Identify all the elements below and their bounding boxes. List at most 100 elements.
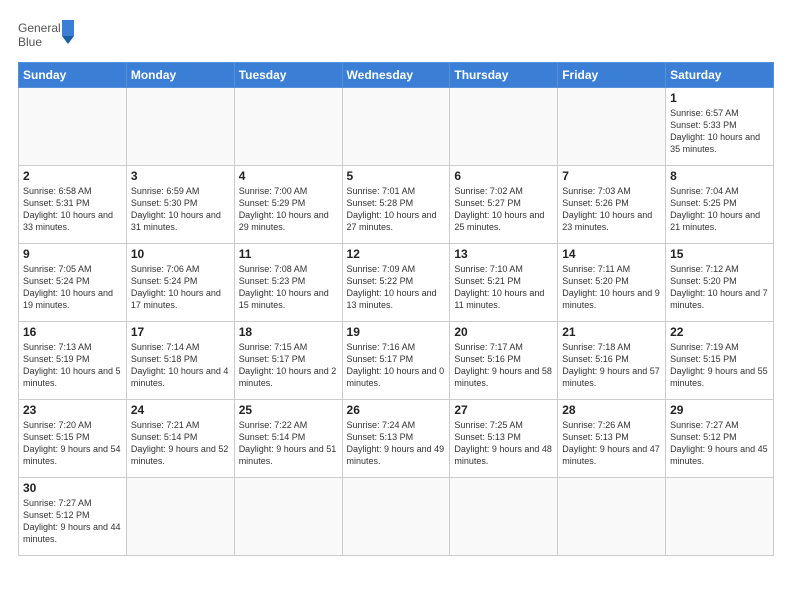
day-number: 1	[670, 91, 769, 105]
day-info: Sunrise: 7:01 AM Sunset: 5:28 PM Dayligh…	[347, 185, 446, 234]
weekday-header-saturday: Saturday	[666, 63, 774, 88]
calendar-cell: 21 Sunrise: 7:18 AM Sunset: 5:16 PM Dayli…	[558, 322, 666, 400]
day-number: 3	[131, 169, 230, 183]
svg-text:Blue: Blue	[18, 35, 42, 49]
day-number: 4	[239, 169, 338, 183]
calendar-cell: 8 Sunrise: 7:04 AM Sunset: 5:25 PM Daylig…	[666, 166, 774, 244]
day-info: Sunrise: 7:00 AM Sunset: 5:29 PM Dayligh…	[239, 185, 338, 234]
day-number: 14	[562, 247, 661, 261]
header: General Blue	[18, 18, 774, 54]
day-info: Sunrise: 7:10 AM Sunset: 5:21 PM Dayligh…	[454, 263, 553, 312]
calendar-cell	[558, 88, 666, 166]
day-info: Sunrise: 7:27 AM Sunset: 5:12 PM Dayligh…	[670, 419, 769, 468]
calendar-cell: 4 Sunrise: 7:00 AM Sunset: 5:29 PM Daylig…	[234, 166, 342, 244]
day-info: Sunrise: 7:13 AM Sunset: 5:19 PM Dayligh…	[23, 341, 122, 390]
day-number: 8	[670, 169, 769, 183]
day-number: 6	[454, 169, 553, 183]
calendar-cell	[666, 478, 774, 556]
day-info: Sunrise: 7:06 AM Sunset: 5:24 PM Dayligh…	[131, 263, 230, 312]
calendar-cell	[126, 88, 234, 166]
calendar-cell	[558, 478, 666, 556]
day-info: Sunrise: 7:25 AM Sunset: 5:13 PM Dayligh…	[454, 419, 553, 468]
calendar-cell: 20 Sunrise: 7:17 AM Sunset: 5:16 PM Dayli…	[450, 322, 558, 400]
day-info: Sunrise: 7:11 AM Sunset: 5:20 PM Dayligh…	[562, 263, 661, 312]
weekday-header-sunday: Sunday	[19, 63, 127, 88]
day-number: 16	[23, 325, 122, 339]
day-info: Sunrise: 7:27 AM Sunset: 5:12 PM Dayligh…	[23, 497, 122, 546]
day-info: Sunrise: 7:19 AM Sunset: 5:15 PM Dayligh…	[670, 341, 769, 390]
calendar-cell: 13 Sunrise: 7:10 AM Sunset: 5:21 PM Dayli…	[450, 244, 558, 322]
day-number: 17	[131, 325, 230, 339]
day-number: 13	[454, 247, 553, 261]
day-info: Sunrise: 7:04 AM Sunset: 5:25 PM Dayligh…	[670, 185, 769, 234]
day-info: Sunrise: 7:22 AM Sunset: 5:14 PM Dayligh…	[239, 419, 338, 468]
calendar: SundayMondayTuesdayWednesdayThursdayFrid…	[18, 62, 774, 556]
calendar-cell: 25 Sunrise: 7:22 AM Sunset: 5:14 PM Dayli…	[234, 400, 342, 478]
day-number: 21	[562, 325, 661, 339]
page: General Blue SundayMondayTuesdayWednesda…	[0, 0, 792, 612]
day-number: 25	[239, 403, 338, 417]
calendar-cell	[234, 478, 342, 556]
day-info: Sunrise: 7:17 AM Sunset: 5:16 PM Dayligh…	[454, 341, 553, 390]
calendar-cell: 9 Sunrise: 7:05 AM Sunset: 5:24 PM Daylig…	[19, 244, 127, 322]
calendar-cell: 18 Sunrise: 7:15 AM Sunset: 5:17 PM Dayli…	[234, 322, 342, 400]
calendar-cell: 17 Sunrise: 7:14 AM Sunset: 5:18 PM Dayli…	[126, 322, 234, 400]
day-info: Sunrise: 6:58 AM Sunset: 5:31 PM Dayligh…	[23, 185, 122, 234]
svg-text:General: General	[18, 21, 61, 35]
day-info: Sunrise: 7:05 AM Sunset: 5:24 PM Dayligh…	[23, 263, 122, 312]
logo-svg: General Blue	[18, 18, 78, 54]
calendar-cell	[342, 88, 450, 166]
day-number: 28	[562, 403, 661, 417]
calendar-cell: 19 Sunrise: 7:16 AM Sunset: 5:17 PM Dayli…	[342, 322, 450, 400]
day-info: Sunrise: 7:08 AM Sunset: 5:23 PM Dayligh…	[239, 263, 338, 312]
day-info: Sunrise: 7:14 AM Sunset: 5:18 PM Dayligh…	[131, 341, 230, 390]
day-number: 18	[239, 325, 338, 339]
day-number: 22	[670, 325, 769, 339]
day-info: Sunrise: 7:24 AM Sunset: 5:13 PM Dayligh…	[347, 419, 446, 468]
day-info: Sunrise: 7:02 AM Sunset: 5:27 PM Dayligh…	[454, 185, 553, 234]
calendar-cell: 16 Sunrise: 7:13 AM Sunset: 5:19 PM Dayli…	[19, 322, 127, 400]
calendar-cell: 28 Sunrise: 7:26 AM Sunset: 5:13 PM Dayli…	[558, 400, 666, 478]
calendar-cell: 12 Sunrise: 7:09 AM Sunset: 5:22 PM Dayli…	[342, 244, 450, 322]
calendar-cell: 14 Sunrise: 7:11 AM Sunset: 5:20 PM Dayli…	[558, 244, 666, 322]
day-number: 26	[347, 403, 446, 417]
day-info: Sunrise: 7:26 AM Sunset: 5:13 PM Dayligh…	[562, 419, 661, 468]
calendar-cell: 10Sunrise: 7:06 AM Sunset: 5:24 PM Dayli…	[126, 244, 234, 322]
day-number: 5	[347, 169, 446, 183]
calendar-cell: 3 Sunrise: 6:59 AM Sunset: 5:30 PM Daylig…	[126, 166, 234, 244]
day-number: 12	[347, 247, 446, 261]
calendar-cell	[19, 88, 127, 166]
day-info: Sunrise: 7:09 AM Sunset: 5:22 PM Dayligh…	[347, 263, 446, 312]
weekday-header-monday: Monday	[126, 63, 234, 88]
calendar-cell: 26 Sunrise: 7:24 AM Sunset: 5:13 PM Dayli…	[342, 400, 450, 478]
day-info: Sunrise: 7:12 AM Sunset: 5:20 PM Dayligh…	[670, 263, 769, 312]
day-number: 7	[562, 169, 661, 183]
day-number: 15	[670, 247, 769, 261]
weekday-header-friday: Friday	[558, 63, 666, 88]
day-info: Sunrise: 7:16 AM Sunset: 5:17 PM Dayligh…	[347, 341, 446, 390]
calendar-cell	[342, 478, 450, 556]
day-number: 24	[131, 403, 230, 417]
calendar-cell	[126, 478, 234, 556]
day-number: 9	[23, 247, 122, 261]
calendar-cell: 11 Sunrise: 7:08 AM Sunset: 5:23 PM Dayli…	[234, 244, 342, 322]
day-info: Sunrise: 6:57 AM Sunset: 5:33 PM Dayligh…	[670, 107, 769, 156]
calendar-cell	[450, 478, 558, 556]
weekday-header-wednesday: Wednesday	[342, 63, 450, 88]
calendar-cell: 6 Sunrise: 7:02 AM Sunset: 5:27 PM Daylig…	[450, 166, 558, 244]
calendar-cell: 24 Sunrise: 7:21 AM Sunset: 5:14 PM Dayli…	[126, 400, 234, 478]
day-number: 20	[454, 325, 553, 339]
day-info: Sunrise: 6:59 AM Sunset: 5:30 PM Dayligh…	[131, 185, 230, 234]
calendar-cell: 7Sunrise: 7:03 AM Sunset: 5:26 PM Daylig…	[558, 166, 666, 244]
day-number: 11	[239, 247, 338, 261]
day-info: Sunrise: 7:20 AM Sunset: 5:15 PM Dayligh…	[23, 419, 122, 468]
day-info: Sunrise: 7:15 AM Sunset: 5:17 PM Dayligh…	[239, 341, 338, 390]
day-number: 19	[347, 325, 446, 339]
calendar-cell	[234, 88, 342, 166]
calendar-cell: 30Sunrise: 7:27 AM Sunset: 5:12 PM Dayli…	[19, 478, 127, 556]
calendar-cell: 29Sunrise: 7:27 AM Sunset: 5:12 PM Dayli…	[666, 400, 774, 478]
calendar-cell: 27Sunrise: 7:25 AM Sunset: 5:13 PM Dayli…	[450, 400, 558, 478]
day-info: Sunrise: 7:21 AM Sunset: 5:14 PM Dayligh…	[131, 419, 230, 468]
day-info: Sunrise: 7:18 AM Sunset: 5:16 PM Dayligh…	[562, 341, 661, 390]
weekday-header-thursday: Thursday	[450, 63, 558, 88]
